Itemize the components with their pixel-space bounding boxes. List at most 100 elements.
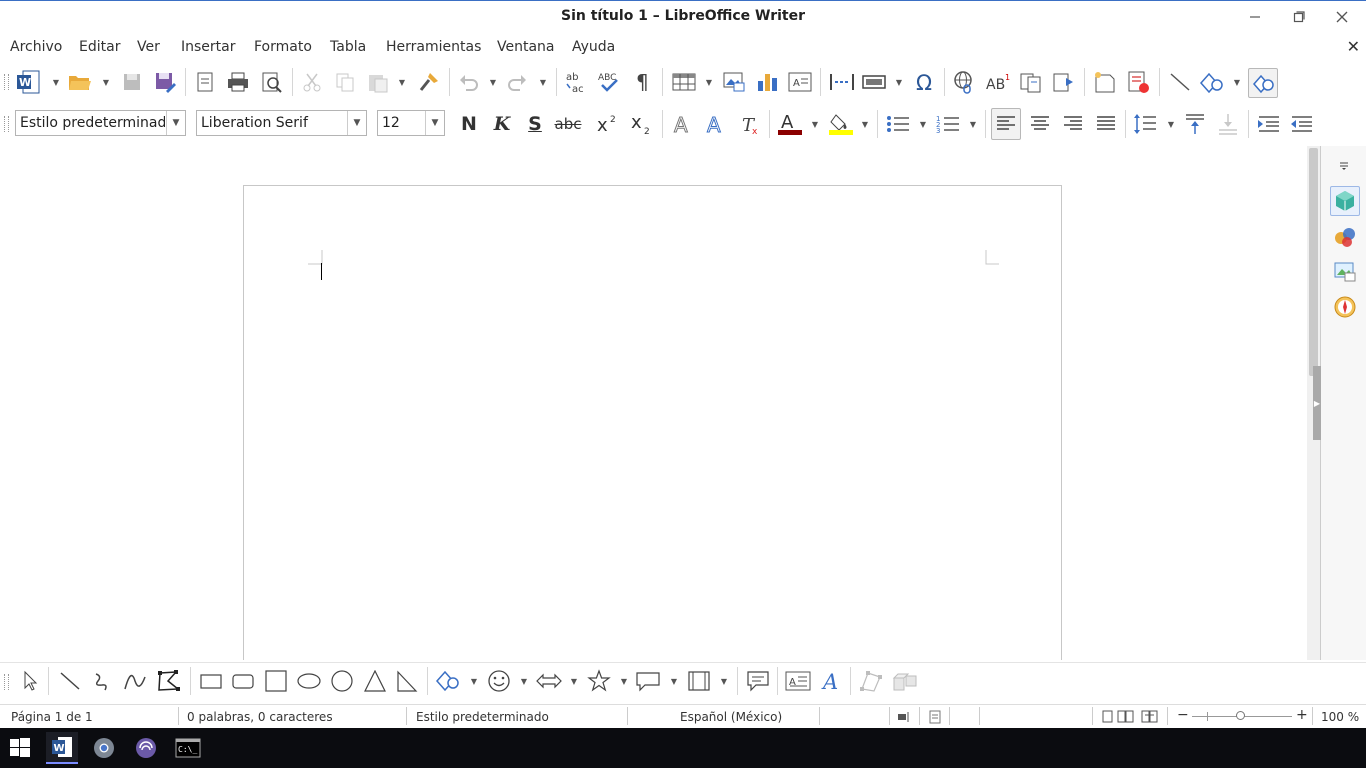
italic-button[interactable]: K (488, 110, 516, 138)
insert-text-box-button[interactable]: A (784, 667, 812, 695)
paragraph-style-combo[interactable]: Estilo predeterminado ▼ (15, 110, 186, 136)
document-area[interactable] (0, 146, 1307, 660)
taskbar-tixati[interactable] (130, 732, 162, 764)
formatting-marks-button[interactable]: ¶ (629, 68, 657, 96)
bullet-list-dropdown[interactable]: ▼ (918, 110, 928, 138)
highlight-color-button[interactable] (827, 110, 855, 138)
square-tool-button[interactable] (262, 667, 290, 695)
shapes-dropdown[interactable]: ▼ (1232, 68, 1242, 96)
export-pdf-button[interactable] (191, 68, 219, 96)
sidebar-navigator-button[interactable] (1333, 295, 1357, 319)
undo-button[interactable] (455, 68, 483, 96)
insert-cross-reference-button[interactable] (1017, 68, 1045, 96)
insert-footnote-button[interactable]: AB 1 (984, 68, 1012, 96)
cut-button[interactable] (298, 68, 326, 96)
shadow-button[interactable]: A (669, 110, 697, 138)
font-size-combo[interactable]: 12 ▼ (377, 110, 445, 136)
copy-button[interactable] (331, 68, 359, 96)
menu-ver[interactable]: Ver (137, 39, 160, 55)
align-right-button[interactable] (1059, 110, 1087, 138)
callout-dropdown[interactable]: ▼ (669, 667, 679, 695)
table-dropdown[interactable]: ▼ (704, 68, 714, 96)
page-count[interactable]: Página 1 de 1 (11, 710, 93, 724)
font-color-button[interactable]: A (776, 110, 804, 138)
zoom-out-button[interactable]: − (1177, 707, 1189, 723)
outline-font-button[interactable]: A (702, 110, 730, 138)
paste-dropdown[interactable]: ▼ (397, 68, 407, 96)
freeform-tool-button[interactable] (89, 667, 117, 695)
curve-tool-button[interactable] (121, 667, 149, 695)
insert-field-button[interactable] (860, 68, 888, 96)
insert-hyperlink-button[interactable] (951, 68, 979, 96)
zoom-in-button[interactable]: + (1296, 707, 1308, 723)
insert-table-button[interactable] (670, 68, 698, 96)
symbol-shapes-tool-button[interactable] (485, 667, 513, 695)
document-modified-indicator[interactable] (928, 710, 942, 727)
taskbar-terminal[interactable]: C:\_ (172, 732, 204, 764)
menu-herramientas[interactable]: Herramientas (386, 39, 481, 55)
book-view-button[interactable] (1141, 710, 1159, 727)
subscript-button[interactable]: x2 (628, 110, 656, 138)
multi-page-view-button[interactable] (1117, 710, 1135, 727)
minimize-button[interactable] (1240, 5, 1270, 29)
taskbar-chrome[interactable] (88, 732, 120, 764)
show-draw-functions-button[interactable] (1248, 68, 1278, 98)
print-preview-button[interactable] (258, 68, 286, 96)
zoom-level[interactable]: 100 % (1321, 710, 1359, 724)
redo-button[interactable] (503, 68, 531, 96)
flowchart-dropdown[interactable]: ▼ (719, 667, 729, 695)
sidebar-menu-button[interactable] (1335, 156, 1353, 174)
start-button[interactable] (4, 732, 36, 764)
spelling-button[interactable]: ABC (596, 68, 624, 96)
sidebar-properties-button[interactable] (1330, 186, 1360, 216)
save-button[interactable] (118, 68, 146, 96)
unordered-list-button[interactable] (884, 110, 912, 138)
circle-tool-button[interactable] (328, 667, 356, 695)
decrease-paragraph-spacing-button[interactable] (1214, 110, 1242, 138)
insert-special-character-button[interactable]: Ω (911, 68, 939, 96)
maximize-button[interactable] (1284, 5, 1314, 29)
callout-shapes-tool-button[interactable] (635, 667, 663, 695)
sidebar-collapse-handle[interactable]: ▶ (1313, 366, 1321, 440)
strikethrough-button[interactable]: abc (554, 110, 582, 138)
justify-button[interactable] (1092, 110, 1120, 138)
stars-tool-button[interactable] (585, 667, 613, 695)
clear-formatting-button[interactable]: Tx (736, 110, 764, 138)
scrollbar-thumb[interactable] (1309, 148, 1318, 376)
right-triangle-tool-button[interactable] (393, 667, 421, 695)
insert-comment-button[interactable] (1091, 68, 1119, 96)
block-arrows-tool-button[interactable] (535, 667, 563, 695)
new-dropdown[interactable]: ▼ (51, 68, 61, 96)
insert-page-break-button[interactable] (828, 68, 856, 96)
field-dropdown[interactable]: ▼ (894, 68, 904, 96)
menu-tabla[interactable]: Tabla (330, 39, 366, 55)
zoom-slider-thumb[interactable] (1236, 711, 1245, 720)
rounded-rectangle-tool-button[interactable] (229, 667, 257, 695)
rectangle-tool-button[interactable] (197, 667, 225, 695)
page-style[interactable]: Estilo predeterminado (416, 710, 549, 724)
taskbar-writer[interactable]: W (46, 732, 78, 764)
insert-callout-button[interactable] (744, 667, 772, 695)
basic-shapes-tool-button[interactable] (434, 667, 462, 695)
clone-formatting-button[interactable] (415, 68, 443, 96)
block-arrows-dropdown[interactable]: ▼ (569, 667, 579, 695)
numbered-list-dropdown[interactable]: ▼ (968, 110, 978, 138)
print-button[interactable] (224, 68, 252, 96)
open-dropdown[interactable]: ▼ (101, 68, 111, 96)
menu-insertar[interactable]: Insertar (181, 39, 236, 55)
ellipse-tool-button[interactable] (295, 667, 323, 695)
underline-button[interactable]: S (521, 110, 549, 138)
menu-editar[interactable]: Editar (79, 39, 120, 55)
save-as-button[interactable] (151, 68, 179, 96)
insert-bookmark-button[interactable] (1050, 68, 1078, 96)
insert-line-button[interactable] (1166, 68, 1194, 96)
decrease-indent-button[interactable] (1288, 110, 1316, 138)
superscript-button[interactable]: x2 (594, 110, 622, 138)
toggle-extrusion-button[interactable] (891, 667, 919, 695)
new-document-button[interactable]: W (14, 68, 42, 96)
sidebar-gallery-button[interactable] (1333, 259, 1357, 283)
menu-ventana[interactable]: Ventana (497, 39, 555, 55)
open-button[interactable] (66, 68, 94, 96)
points-button[interactable] (857, 667, 885, 695)
triangle-tool-button[interactable] (361, 667, 389, 695)
